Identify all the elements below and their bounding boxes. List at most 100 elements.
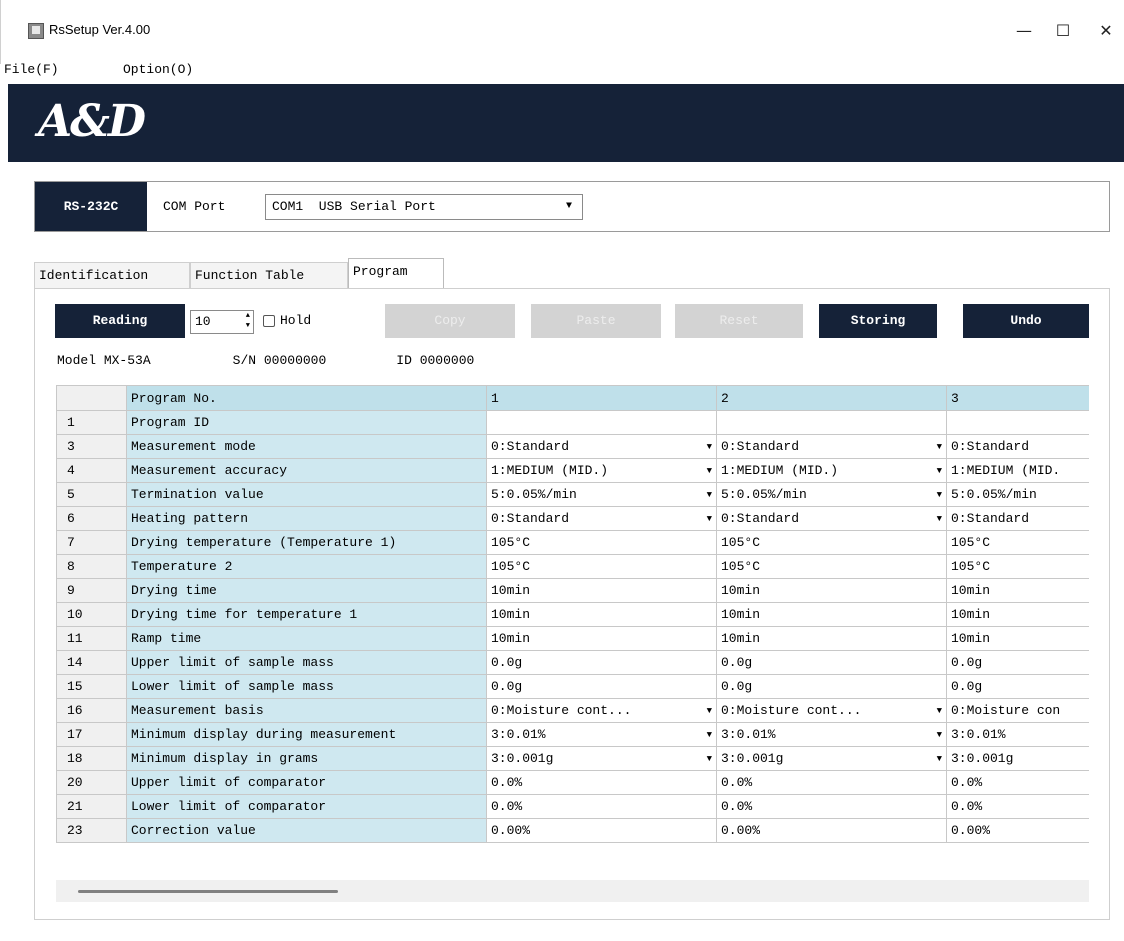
cell-value: 10min	[951, 583, 991, 598]
value-cell[interactable]: 10min	[716, 578, 947, 603]
value-cell[interactable]: 3:0.001g ▼	[716, 746, 947, 771]
value-cell[interactable]: 105°C	[486, 530, 717, 555]
cell-value: 10min	[491, 631, 531, 646]
value-cell[interactable]: 10min	[946, 626, 1089, 651]
chevron-down-icon[interactable]: ▼	[937, 460, 942, 482]
value-cell[interactable]: 105°C	[946, 554, 1089, 579]
paste-button[interactable]: Paste	[531, 304, 661, 338]
value-cell[interactable]: 0:Moisture cont... ▼	[716, 698, 947, 723]
maximize-button[interactable]: ☐	[1048, 18, 1078, 44]
chevron-down-icon[interactable]: ▼	[707, 484, 712, 506]
value-cell[interactable]: 10min	[486, 602, 717, 627]
chevron-down-icon[interactable]: ▼	[707, 508, 712, 530]
value-cell[interactable]: 0.0%	[716, 770, 947, 795]
value-cell[interactable]: 10min	[486, 578, 717, 603]
storing-button[interactable]: Storing	[819, 304, 937, 338]
chevron-down-icon[interactable]: ▼	[937, 748, 942, 770]
value-cell[interactable]: 0:Standard	[946, 434, 1089, 459]
scrollbar-thumb[interactable]	[78, 890, 338, 893]
value-cell[interactable]: 105°C	[716, 554, 947, 579]
value-cell[interactable]: 0.0%	[486, 794, 717, 819]
minimize-button[interactable]: —	[1009, 18, 1039, 44]
chevron-down-icon[interactable]: ▼	[707, 436, 712, 458]
reading-button[interactable]: Reading	[55, 304, 185, 338]
tab-identification[interactable]: Identification	[34, 262, 190, 288]
chevron-down-icon[interactable]: ▼	[937, 508, 942, 530]
value-cell[interactable]: 10min	[946, 602, 1089, 627]
chevron-down-icon[interactable]: ▼	[707, 700, 712, 722]
value-cell[interactable]: 0:Standard ▼	[486, 434, 717, 459]
tab-function-table[interactable]: Function Table	[190, 262, 348, 288]
value-cell[interactable]	[716, 410, 947, 435]
value-cell[interactable]: 1:MEDIUM (MID.) ▼	[716, 458, 947, 483]
value-cell[interactable]: 105°C	[716, 530, 947, 555]
value-cell[interactable]: 3:0.01%	[946, 722, 1089, 747]
value-cell[interactable]: 1:MEDIUM (MID.	[946, 458, 1089, 483]
value-cell[interactable]: 105°C	[486, 554, 717, 579]
hold-checkbox[interactable]	[263, 315, 275, 327]
value-cell[interactable]: 10min	[486, 626, 717, 651]
brand-banner: A&D	[8, 84, 1124, 162]
value-cell[interactable]: 0.0%	[946, 770, 1089, 795]
value-cell[interactable]: 5:0.05%/min	[946, 482, 1089, 507]
chevron-down-icon[interactable]: ▼	[937, 484, 942, 506]
chevron-down-icon[interactable]: ▼	[707, 748, 712, 770]
chevron-down-icon[interactable]: ▼	[707, 724, 712, 746]
value-cell[interactable]: 0.00%	[946, 818, 1089, 843]
chevron-down-icon[interactable]: ▼	[937, 724, 942, 746]
value-cell[interactable]: 0.0%	[946, 794, 1089, 819]
value-cell[interactable]: 0.00%	[716, 818, 947, 843]
value-cell[interactable]: 105°C	[946, 530, 1089, 555]
value-cell[interactable]	[946, 410, 1089, 435]
column-header: Program No.	[126, 385, 487, 411]
value-cell[interactable]: 0.0%	[716, 794, 947, 819]
column-header[interactable]: 1	[486, 385, 717, 411]
chevron-down-icon[interactable]: ▼	[937, 436, 942, 458]
value-cell[interactable]: 0.00%	[486, 818, 717, 843]
value-cell[interactable]: 3:0.01% ▼	[716, 722, 947, 747]
value-cell[interactable]: 10min	[716, 602, 947, 627]
value-cell[interactable]: 0:Standard ▼	[716, 506, 947, 531]
row-parameter-name: Ramp time	[126, 626, 487, 651]
chevron-down-icon[interactable]: ▼	[937, 700, 942, 722]
value-cell[interactable]: 0.0%	[486, 770, 717, 795]
reading-count-stepper[interactable]: 10 ▲ ▼	[190, 310, 254, 334]
value-cell[interactable]: 0.0g	[486, 650, 717, 675]
value-cell[interactable]: 5:0.05%/min ▼	[716, 482, 947, 507]
copy-button[interactable]: Copy	[385, 304, 515, 338]
menu-option[interactable]: Option(O)	[123, 62, 193, 77]
value-cell[interactable]: 0:Moisture cont... ▼	[486, 698, 717, 723]
chevron-down-icon[interactable]: ▼	[707, 460, 712, 482]
value-cell[interactable]: 0.0g	[946, 674, 1089, 699]
column-header[interactable]: 2	[716, 385, 947, 411]
undo-button[interactable]: Undo	[963, 304, 1089, 338]
close-button[interactable]: ✕	[1091, 18, 1121, 44]
value-cell[interactable]: 0:Moisture con	[946, 698, 1089, 723]
row-parameter-name: Lower limit of sample mass	[126, 674, 487, 699]
spin-down-icon[interactable]: ▼	[246, 322, 250, 331]
value-cell[interactable]: 3:0.01% ▼	[486, 722, 717, 747]
reset-button[interactable]: Reset	[675, 304, 803, 338]
value-cell[interactable]: 0:Standard ▼	[486, 506, 717, 531]
value-cell[interactable]	[486, 410, 717, 435]
spin-up-icon[interactable]: ▲	[246, 312, 250, 321]
column-header[interactable]: 3	[946, 385, 1089, 411]
value-cell[interactable]: 10min	[716, 626, 947, 651]
value-cell[interactable]: 0.0g	[486, 674, 717, 699]
value-cell[interactable]: 0.0g	[946, 650, 1089, 675]
value-cell[interactable]: 5:0.05%/min ▼	[486, 482, 717, 507]
menu-file[interactable]: File(F)	[4, 62, 59, 77]
tab-program[interactable]: Program	[348, 258, 444, 289]
value-cell[interactable]: 0.0g	[716, 674, 947, 699]
value-cell[interactable]: 0:Standard ▼	[716, 434, 947, 459]
value-cell[interactable]: 0:Standard	[946, 506, 1089, 531]
horizontal-scrollbar[interactable]	[56, 880, 1089, 902]
cell-value: 3:0.001g	[491, 751, 554, 766]
value-cell[interactable]: 1:MEDIUM (MID.) ▼	[486, 458, 717, 483]
value-cell[interactable]: 0.0g	[716, 650, 947, 675]
cell-value: 5:0.05%/min	[491, 487, 577, 502]
value-cell[interactable]: 3:0.001g	[946, 746, 1089, 771]
value-cell[interactable]: 3:0.001g ▼	[486, 746, 717, 771]
value-cell[interactable]: 10min	[946, 578, 1089, 603]
com-port-select[interactable]: COM1 USB Serial Port ▼	[265, 194, 583, 220]
